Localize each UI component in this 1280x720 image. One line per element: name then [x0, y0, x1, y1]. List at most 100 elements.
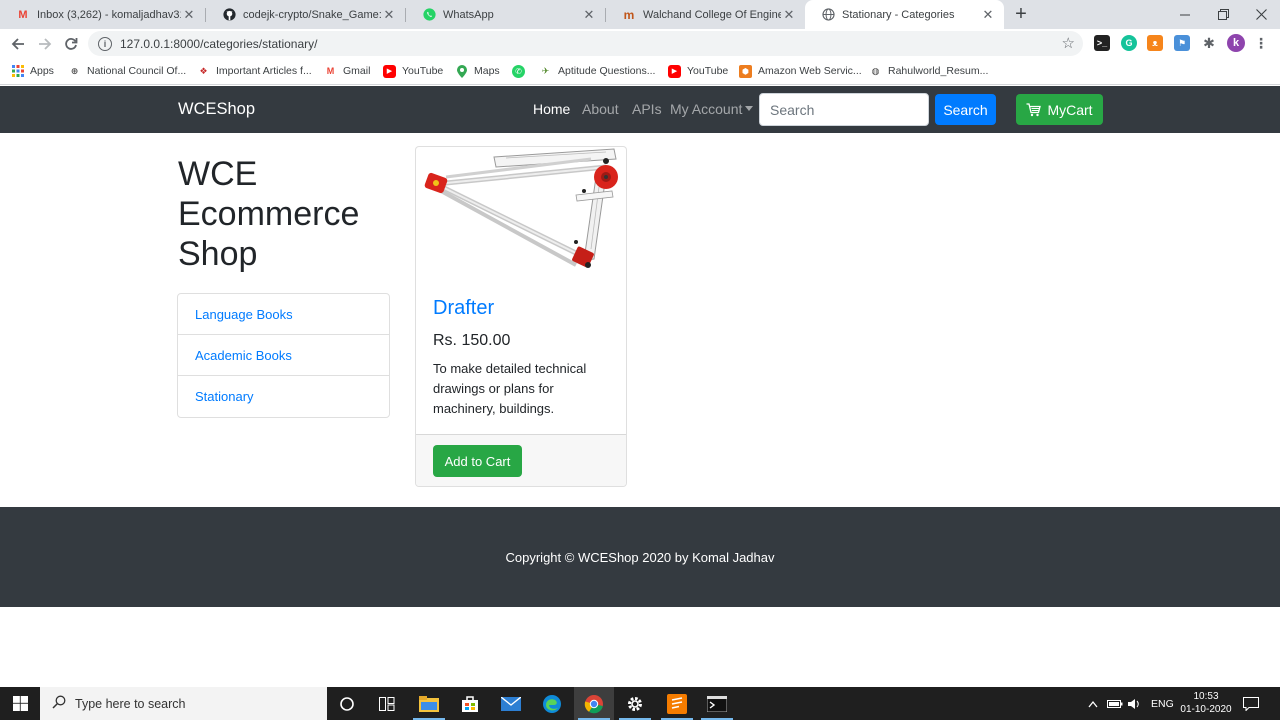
cart-icon: [1026, 102, 1042, 117]
whatsapp-icon: ✆: [512, 64, 525, 78]
bookmark-youtube-2[interactable]: ▶ YouTube: [668, 63, 728, 79]
bookmark-star-icon[interactable]: ☆: [1062, 34, 1075, 52]
category-language-books[interactable]: Language Books: [178, 294, 389, 335]
forward-icon[interactable]: [34, 33, 56, 55]
tab-github[interactable]: codejk-crypto/Snake_Game: Crea ✕: [206, 0, 405, 29]
bookmark-aws[interactable]: ⬢ Amazon Web Servic...: [739, 63, 862, 79]
apps-grid-icon: [11, 65, 24, 78]
notification-icon[interactable]: [1243, 687, 1259, 720]
gmail-icon: M: [326, 66, 335, 76]
metamask-icon[interactable]: ᴥ: [1147, 35, 1163, 51]
tab-gmail[interactable]: M Inbox (3,262) - komaljadhav3110 ✕: [0, 0, 205, 29]
edge-icon[interactable]: [532, 687, 572, 720]
profile-avatar[interactable]: k: [1227, 34, 1245, 52]
file-explorer-icon[interactable]: [409, 687, 449, 720]
globe-icon: [821, 8, 835, 22]
bookmark-gmail[interactable]: M Gmail: [324, 63, 371, 79]
copyright-text: Copyright © WCEShop 2020 by Komal Jadhav: [505, 549, 775, 565]
terminal-icon[interactable]: [697, 687, 737, 720]
bookmark-rahulworld[interactable]: ◍ Rahulworld_Resum...: [869, 63, 989, 79]
page-heading: WCE Ecommerce Shop: [178, 155, 360, 273]
close-window-button[interactable]: [1242, 0, 1280, 29]
category-academic-books[interactable]: Academic Books: [178, 335, 389, 376]
product-card: Drafter Rs. 150.00 To make detailed tech…: [415, 146, 627, 487]
search-button[interactable]: Search: [935, 94, 996, 125]
info-icon[interactable]: i: [98, 36, 112, 51]
tab-title: Inbox (3,262) - komaljadhav3110: [37, 8, 181, 21]
cortana-icon[interactable]: [327, 687, 367, 720]
category-stationary[interactable]: Stationary: [178, 376, 389, 417]
windows-start-icon[interactable]: [0, 687, 40, 720]
nav-apis[interactable]: APIs: [632, 101, 662, 117]
grammarly-icon[interactable]: G: [1121, 35, 1137, 51]
maximize-button[interactable]: [1204, 0, 1242, 29]
bookmark-ncert[interactable]: ⊕ National Council Of...: [68, 63, 187, 79]
task-view-icon[interactable]: [367, 687, 407, 720]
chrome-icon[interactable]: [574, 687, 614, 720]
sublime-text-icon[interactable]: [657, 687, 697, 720]
bookmark-label: Amazon Web Servic...: [758, 65, 862, 77]
add-to-cart-button[interactable]: Add to Cart: [433, 445, 522, 477]
bookmark-apps[interactable]: Apps: [11, 63, 54, 79]
product-title[interactable]: Drafter: [433, 297, 494, 320]
bookmark-label: Gmail: [343, 65, 371, 77]
mail-icon[interactable]: [491, 687, 531, 720]
reload-icon[interactable]: [60, 33, 82, 55]
whatsapp-icon: [422, 8, 436, 22]
close-icon[interactable]: ✕: [781, 7, 797, 23]
bookmark-youtube[interactable]: ▶ YouTube: [383, 63, 443, 79]
nav-my-account-dropdown[interactable]: My Account: [670, 101, 754, 117]
terminal-extension-icon[interactable]: >_: [1094, 35, 1110, 51]
tab-title: Walchand College Of Engineering: [643, 8, 781, 21]
taskbar-search-input[interactable]: [75, 696, 305, 711]
card-footer: Add to Cart: [416, 434, 626, 486]
nav-my-account-label: My Account: [670, 101, 743, 117]
close-icon[interactable]: ✕: [581, 7, 597, 23]
bookmark-articles[interactable]: ❖ Important Articles f...: [197, 63, 311, 79]
search-icon: [52, 695, 66, 712]
minimize-button[interactable]: [1166, 0, 1204, 29]
nav-about[interactable]: About: [582, 101, 619, 117]
tab-stationary-active[interactable]: Stationary - Categories ✕: [805, 0, 1004, 29]
brand-logo[interactable]: WCEShop: [178, 100, 255, 119]
ncert-icon: ⊕: [70, 65, 79, 76]
college-icon: m: [623, 7, 635, 22]
close-icon[interactable]: ✕: [381, 7, 397, 23]
new-tab-button[interactable]: +: [1010, 3, 1032, 25]
tray-chevron-icon[interactable]: [1088, 687, 1098, 720]
language-indicator[interactable]: ENG: [1151, 687, 1174, 720]
settings-gear-icon[interactable]: [615, 687, 655, 720]
bookmark-label: Aptitude Questions...: [558, 65, 656, 77]
extension-icon[interactable]: ⚑: [1174, 35, 1190, 51]
mycart-button[interactable]: MyCart: [1016, 94, 1103, 125]
mycart-label: MyCart: [1047, 101, 1093, 118]
volume-icon[interactable]: [1127, 687, 1141, 720]
puzzle-icon[interactable]: ✱: [1201, 35, 1217, 51]
windows-taskbar: ENG 10:53 01-10-2020: [0, 687, 1280, 720]
address-bar[interactable]: i 127.0.0.1:8000/categories/stationary/ …: [88, 31, 1083, 56]
aws-icon: ⬢: [739, 64, 752, 78]
taskbar-search[interactable]: [40, 687, 327, 720]
caret-down-icon: [745, 106, 754, 111]
bookmark-maps[interactable]: Maps: [455, 63, 500, 79]
store-icon[interactable]: [450, 687, 490, 720]
product-image-drafter[interactable]: [416, 147, 626, 282]
tab-whatsapp[interactable]: WhatsApp ✕: [406, 0, 605, 29]
close-icon[interactable]: ✕: [181, 7, 197, 23]
battery-icon[interactable]: [1107, 687, 1123, 720]
bookmark-label: YouTube: [687, 65, 729, 77]
bookmark-label: YouTube: [402, 65, 444, 77]
nav-home[interactable]: Home: [533, 101, 570, 117]
bookmark-whatsapp[interactable]: ✆: [512, 63, 531, 79]
bookmark-label: National Council Of...: [87, 65, 187, 77]
bookmark-aptitude[interactable]: ✈ Aptitude Questions...: [539, 63, 656, 79]
youtube-icon: ▶: [383, 64, 396, 78]
search-input[interactable]: [759, 93, 929, 126]
menu-dots-icon[interactable]: ⋮: [1253, 35, 1269, 51]
close-icon[interactable]: ✕: [980, 7, 996, 23]
taskbar-clock[interactable]: 10:53 01-10-2020: [1180, 690, 1232, 716]
tab-walchand[interactable]: m Walchand College Of Engineering ✕: [606, 0, 805, 29]
globe-icon: ◍: [871, 65, 880, 76]
back-icon[interactable]: [7, 33, 29, 55]
bookmarks-bar: Apps ⊕ National Council Of... ❖ Importan…: [0, 58, 1280, 85]
